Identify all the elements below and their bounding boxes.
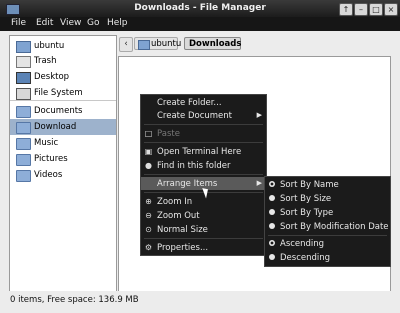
keep-above-button[interactable]: ↑ <box>339 3 353 16</box>
sidebar-item-trash[interactable]: Trash <box>10 53 116 69</box>
sidebar-item-videos[interactable]: Videos <box>10 167 116 183</box>
sidebar-item-label: Pictures <box>34 154 68 164</box>
terminal-icon: ▣ <box>144 147 153 156</box>
menu-go[interactable]: Go <box>87 18 99 28</box>
sidebar: ubuntu Trash Desktop File System Documen… <box>9 35 117 292</box>
sidebar-item-label: Download <box>34 122 77 132</box>
zoom-out-icon: ⊖ <box>145 211 152 220</box>
menu-item-zoom-out[interactable]: ⊖ Zoom Out <box>141 209 266 222</box>
menu-item-normal-size[interactable]: ⊙ Normal Size <box>141 223 266 236</box>
menu-file[interactable]: File <box>11 18 26 28</box>
menu-item-open-terminal[interactable]: ▣ Open Terminal Here <box>141 145 266 158</box>
arrange-submenu: Sort By Name Sort By Size Sort By Type S… <box>264 176 391 267</box>
submenu-arrow-icon: ▶ <box>256 111 262 119</box>
sidebar-item-download[interactable]: Download <box>10 119 116 135</box>
menu-item-sort-by-modification-date[interactable]: Sort By Modification Date <box>265 220 390 233</box>
properties-icon: ⚙ <box>144 243 153 252</box>
title-bar[interactable]: Downloads - File Manager ↑ – □ × <box>0 0 400 17</box>
breadcrumb-label: ubuntu <box>151 39 182 49</box>
menu-help[interactable]: Help <box>107 18 128 28</box>
status-text: 0 items, Free space: 136.9 MB <box>10 295 139 305</box>
menu-edit[interactable]: Edit <box>36 18 53 28</box>
folder-icon <box>16 154 31 166</box>
sidebar-item-file-system[interactable]: File System <box>10 85 116 101</box>
close-button[interactable]: × <box>384 3 398 16</box>
context-menu: Create Folder... Create Document ▶ □ Pas… <box>140 94 267 256</box>
sidebar-item-label: Videos <box>34 170 63 180</box>
menu-item-create-document[interactable]: Create Document ▶ <box>141 109 266 122</box>
sidebar-item-pictures[interactable]: Pictures <box>10 151 116 167</box>
menu-item-ascending[interactable]: Ascending <box>265 237 390 250</box>
menu-separator <box>144 238 263 239</box>
radio-selected-icon <box>269 181 275 187</box>
sidebar-item-ubuntu[interactable]: ubuntu <box>10 38 116 54</box>
folder-icon <box>16 106 31 118</box>
folder-icon <box>16 138 31 150</box>
folder-icon <box>16 170 31 182</box>
status-bar: 0 items, Free space: 136.9 MB <box>0 291 400 312</box>
sidebar-item-music[interactable]: Music <box>10 135 116 151</box>
home-icon <box>138 40 150 50</box>
sidebar-item-label: Music <box>34 138 59 148</box>
radio-icon <box>269 209 275 215</box>
maximize-button[interactable]: □ <box>369 3 383 16</box>
home-icon <box>16 41 31 53</box>
desktop-icon <box>16 72 31 84</box>
breadcrumb-ubuntu[interactable]: ubuntu <box>134 37 182 50</box>
sidebar-item-label: Trash <box>34 56 57 66</box>
menu-item-find-in-folder[interactable]: ● Find in this folder <box>141 159 266 172</box>
radio-icon <box>269 195 275 201</box>
menu-item-sort-by-type[interactable]: Sort By Type <box>265 206 390 219</box>
folder-icon <box>16 122 31 134</box>
menu-item-zoom-in[interactable]: ⊕ Zoom In <box>141 195 266 208</box>
sidebar-item-label: Documents <box>34 106 83 116</box>
radio-icon <box>269 254 275 260</box>
menu-separator <box>144 174 263 175</box>
menu-item-descending[interactable]: Descending <box>265 251 390 264</box>
sidebar-item-label: ubuntu <box>34 41 65 51</box>
zoom-in-icon: ⊕ <box>145 197 152 206</box>
drive-icon <box>16 88 31 100</box>
paste-icon: □ <box>144 129 153 138</box>
back-button[interactable]: ‹ <box>119 37 133 52</box>
menu-item-sort-by-size[interactable]: Sort By Size <box>265 192 390 205</box>
submenu-arrow-icon: ▶ <box>256 179 262 187</box>
menu-separator <box>268 235 387 236</box>
menu-bar: File Edit View Go Help <box>0 17 400 31</box>
menu-view[interactable]: View <box>60 18 81 28</box>
minimize-button[interactable]: – <box>354 3 368 16</box>
zoom-normal-icon: ⊙ <box>145 225 152 234</box>
menu-item-create-folder[interactable]: Create Folder... <box>141 96 266 109</box>
sidebar-item-documents[interactable]: Documents <box>10 103 116 119</box>
trash-icon <box>16 56 31 68</box>
menu-item-sort-by-name[interactable]: Sort By Name <box>265 178 390 191</box>
sidebar-item-label: Desktop <box>34 72 70 82</box>
sidebar-item-desktop[interactable]: Desktop <box>10 69 116 85</box>
radio-selected-icon <box>269 240 275 246</box>
menu-separator <box>144 142 263 143</box>
breadcrumb-downloads[interactable]: Downloads <box>184 37 241 50</box>
radio-icon <box>269 223 275 229</box>
menu-separator <box>144 124 263 125</box>
menu-item-properties[interactable]: ⚙ Properties... <box>141 241 266 254</box>
sidebar-divider <box>10 100 116 101</box>
sidebar-item-label: File System <box>34 88 83 98</box>
find-icon: ● <box>145 161 152 170</box>
menu-item-paste[interactable]: □ Paste <box>141 127 266 140</box>
